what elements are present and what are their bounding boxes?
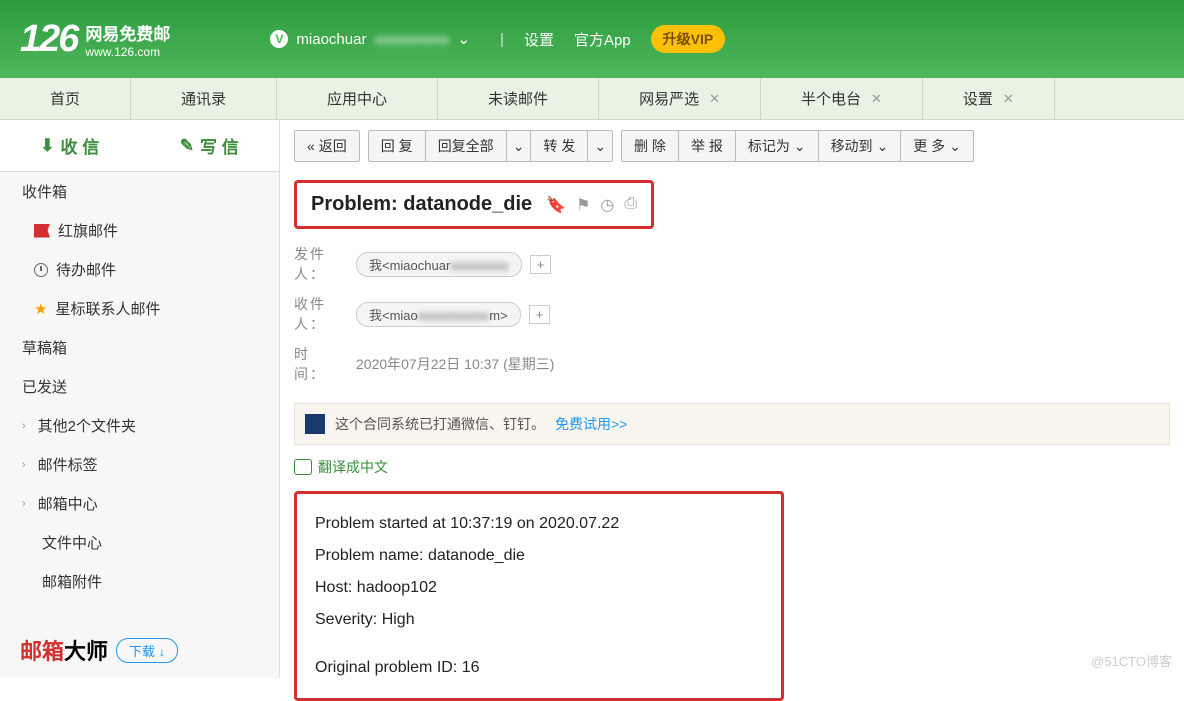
sidebar-item-drafts[interactable]: 草稿箱 (0, 328, 279, 367)
body-line: Severity: High (315, 604, 763, 636)
add-contact-button[interactable]: + (529, 305, 551, 324)
mailbox-master-ad[interactable]: 邮箱大师 下载 ↓ (20, 634, 178, 666)
tab-radio[interactable]: 半个电台✕ (761, 78, 923, 119)
logo-subtitle: 网易免费邮 www.126.com (85, 20, 170, 59)
mail-meta: 发件人： 我<miaochuarxxxxxxxxx + 收件人： 我<miaox… (294, 239, 1170, 389)
star-icon: ★ (34, 300, 47, 318)
add-contact-button[interactable]: + (530, 255, 552, 274)
body-line: Problem started at 10:37:19 on 2020.07.2… (315, 508, 763, 540)
time-label: 时 间： (294, 344, 348, 384)
back-button[interactable]: «返回 (294, 130, 360, 162)
tab-unread[interactable]: 未读邮件 (438, 78, 599, 119)
chevron-down-icon: ⌄ (794, 138, 806, 155)
body-line: Problem name: datanode_die (315, 540, 763, 572)
sidebar-item-filecenter[interactable]: 文件中心 (0, 523, 279, 562)
close-icon[interactable]: ✕ (871, 91, 882, 107)
forward-button[interactable]: 转 发 (530, 130, 588, 162)
v-badge-icon: V (270, 30, 288, 48)
delete-button[interactable]: 删 除 (621, 130, 679, 162)
close-icon[interactable]: ✕ (709, 91, 720, 107)
sidebar-item-sent[interactable]: 已发送 (0, 367, 279, 406)
promo-banner: 这个合同系统已打通微信、钉钉。 免费试用>> (294, 403, 1170, 445)
tab-contacts[interactable]: 通讯录 (131, 78, 277, 119)
sidebar-item-otherfolders[interactable]: ›其他2个文件夹 (0, 406, 279, 445)
chevron-down-icon: ⌄ (877, 138, 889, 155)
sidebar-item-pending[interactable]: 待办邮件 (0, 250, 279, 289)
promo-link[interactable]: 免费试用>> (555, 414, 627, 434)
settings-link[interactable]: 设置 (524, 29, 554, 50)
sidebar-item-mailcenter[interactable]: ›邮箱中心 (0, 484, 279, 523)
tab-yanxuan[interactable]: 网易严选✕ (599, 78, 761, 119)
sidebar-item-redflag[interactable]: 红旗邮件 (0, 211, 279, 250)
tab-home[interactable]: 首页 (0, 78, 131, 119)
print-icon[interactable]: ⎙ (624, 195, 637, 215)
logo: 126 (20, 18, 77, 61)
download-icon: ⬇ (40, 136, 54, 156)
from-chip[interactable]: 我<miaochuarxxxxxxxxx (356, 252, 522, 277)
body-line: Original problem ID: 16 (315, 652, 763, 684)
sidebar-item-tags[interactable]: ›邮件标签 (0, 445, 279, 484)
header: 126 网易免费邮 www.126.com V miaochuar xxxxxx… (0, 0, 1184, 78)
user-info[interactable]: V miaochuar xxxxxxxxxx ⌄ (270, 30, 470, 48)
chevron-down-icon: ⌄ (949, 138, 961, 155)
chevron-down-icon: ⌄ (457, 30, 470, 48)
tab-settings[interactable]: 设置✕ (923, 78, 1055, 119)
flag-icon (34, 224, 50, 238)
forward-dropdown[interactable]: ⌄ (587, 130, 613, 162)
chevron-right-icon: › (22, 498, 26, 510)
mark-button[interactable]: 标记为 ⌄ (735, 130, 819, 162)
move-button[interactable]: 移动到 ⌄ (818, 130, 902, 162)
compose-button[interactable]: ✎写 信 (140, 133, 280, 158)
tab-appcenter[interactable]: 应用中心 (277, 78, 438, 119)
upgrade-vip-button[interactable]: 升级VIP (651, 25, 726, 53)
close-icon[interactable]: ✕ (1003, 91, 1014, 107)
clock-icon[interactable]: ◷ (600, 195, 614, 215)
mail-body-highlight-box: Problem started at 10:37:19 on 2020.07.2… (294, 491, 784, 701)
mail-subject: Problem: datanode_die (311, 193, 532, 216)
body-line: Host: hadoop102 (315, 572, 763, 604)
reply-button[interactable]: 回 复 (368, 130, 426, 162)
double-chevron-left-icon: « (307, 138, 315, 154)
to-chip[interactable]: 我<miaoxxxxxxxxxxxm> (356, 302, 521, 327)
watermark: @51CTO博客 (1091, 651, 1172, 670)
report-button[interactable]: 举 报 (678, 130, 736, 162)
receive-button[interactable]: ⬇收 信 (0, 133, 140, 158)
mail-time: 2020年07月22日 10:37 (星期三) (356, 354, 554, 374)
promo-icon (305, 414, 325, 434)
chevron-right-icon: › (22, 420, 26, 432)
chevron-right-icon: › (22, 459, 26, 471)
translate-button[interactable]: 翻译成中文 (294, 457, 1170, 477)
sidebar-item-starred[interactable]: ★星标联系人邮件 (0, 289, 279, 328)
from-label: 发件人： (294, 244, 348, 284)
to-label: 收件人： (294, 294, 348, 334)
reply-dropdown[interactable]: ⌄ (506, 130, 532, 162)
chevron-down-icon: ⌄ (513, 138, 525, 155)
app-link[interactable]: 官方App (574, 29, 631, 50)
edit-icon: ✎ (180, 136, 194, 156)
mail-content: «返回 回 复 回复全部 ⌄ 转 发 ⌄ 删 除 举 报 标记为 ⌄ 移动到 ⌄… (280, 120, 1184, 678)
sidebar-item-inbox[interactable]: 收件箱 (0, 172, 279, 211)
subject-highlight-box: Problem: datanode_die 🔖 ⚑ ◷ ⎙ (294, 180, 654, 229)
sidebar: ⬇收 信 ✎写 信 收件箱 红旗邮件 待办邮件 ★星标联系人邮件 草稿箱 已发送… (0, 120, 280, 678)
toolbar: «返回 回 复 回复全部 ⌄ 转 发 ⌄ 删 除 举 报 标记为 ⌄ 移动到 ⌄… (294, 130, 1170, 162)
flag-icon[interactable]: ⚑ (576, 195, 590, 215)
reply-all-button[interactable]: 回复全部 (425, 130, 507, 162)
bookmark-icon[interactable]: 🔖 (546, 195, 566, 215)
clock-icon (34, 263, 48, 277)
download-button[interactable]: 下载 ↓ (116, 638, 178, 663)
translate-icon (294, 459, 312, 475)
header-links: | 设置 官方App 升级VIP (500, 25, 725, 53)
tab-bar: 首页 通讯录 应用中心 未读邮件 网易严选✕ 半个电台✕ 设置✕ (0, 78, 1184, 120)
chevron-down-icon: ⌄ (594, 138, 606, 155)
sidebar-item-attachments[interactable]: 邮箱附件 (0, 562, 279, 601)
more-button[interactable]: 更 多 ⌄ (900, 130, 974, 162)
